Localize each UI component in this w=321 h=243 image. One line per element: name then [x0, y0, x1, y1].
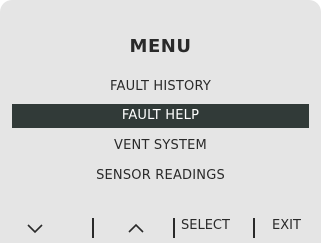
select-button[interactable]: SELECT: [181, 214, 230, 238]
display-screen: MENU FAULT HISTORY FAULT HELP VENT SYSTE…: [0, 0, 321, 243]
chevron-down-icon[interactable]: [24, 214, 46, 238]
softkey-divider: [92, 218, 94, 238]
menu-item-vent-system[interactable]: VENT SYSTEM: [12, 134, 309, 158]
softkey-divider: [253, 218, 255, 238]
exit-button[interactable]: EXIT: [272, 214, 301, 238]
menu-item-fault-help[interactable]: FAULT HELP: [12, 104, 309, 128]
chevron-up-icon[interactable]: [125, 214, 147, 238]
softkey-bar: SELECT EXIT: [0, 214, 321, 238]
menu-item-sensor-readings[interactable]: SENSOR READINGS: [12, 164, 309, 188]
softkey-divider: [173, 218, 175, 238]
menu-title: MENU: [129, 36, 192, 57]
menu-item-fault-history[interactable]: FAULT HISTORY: [12, 75, 309, 99]
